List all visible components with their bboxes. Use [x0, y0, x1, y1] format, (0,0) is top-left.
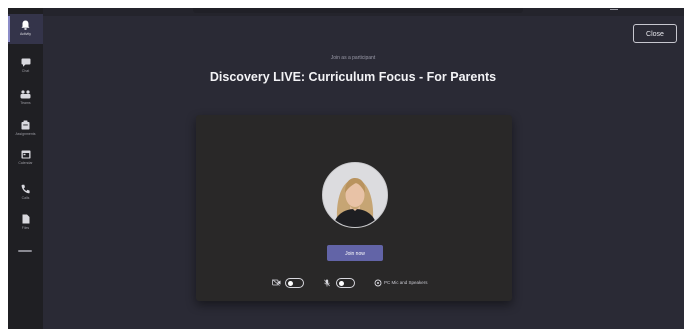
rail-item-teams[interactable]: Teams	[8, 84, 43, 114]
file-icon	[22, 214, 29, 224]
video-preview: Join now PC Mic and Speakers	[196, 115, 512, 301]
rail-label: Files	[21, 226, 30, 230]
camera-toggle[interactable]	[285, 278, 304, 288]
teams-window: Activity Chat Teams Assignments Calendar…	[8, 8, 684, 329]
avatar	[322, 162, 388, 228]
rail-item-calendar[interactable]: Calendar	[8, 144, 43, 174]
rail-label: Calendar	[18, 161, 33, 165]
assignments-icon	[21, 120, 30, 130]
rail-label: Teams	[20, 101, 31, 105]
chat-icon	[21, 58, 30, 67]
app-rail: Activity Chat Teams Assignments Calendar…	[8, 8, 43, 329]
rail-label: Activity	[19, 32, 32, 36]
rail-label: Assignments	[15, 132, 36, 136]
bell-icon	[21, 20, 30, 30]
rail-item-files[interactable]: Files	[8, 208, 43, 238]
mic-off-icon	[324, 279, 330, 287]
rail-item-assignments[interactable]: Assignments	[8, 114, 43, 144]
ellipsis-icon[interactable]	[18, 250, 32, 252]
audio-device-label[interactable]: PC Mic and Speakers	[384, 279, 428, 287]
mic-toggle[interactable]	[336, 278, 355, 288]
device-controls: PC Mic and Speakers	[196, 275, 512, 291]
rail-label: Chat	[21, 69, 30, 73]
gear-icon[interactable]	[374, 279, 382, 287]
minimize-icon[interactable]	[610, 9, 618, 14]
rail-item-chat[interactable]: Chat	[8, 52, 43, 82]
join-subtitle: Join as a participant	[330, 55, 376, 61]
rail-item-activity[interactable]: Activity	[8, 14, 43, 44]
phone-icon	[21, 184, 30, 194]
close-button[interactable]: Close	[633, 24, 677, 43]
search-bar[interactable]	[193, 8, 523, 13]
calendar-icon	[21, 150, 30, 159]
title-bar	[43, 8, 684, 16]
teams-icon	[20, 90, 31, 99]
rail-label: Calls	[21, 196, 30, 200]
meeting-title: Discovery LIVE: Curriculum Focus - For P…	[209, 70, 497, 84]
join-now-button[interactable]: Join now	[327, 245, 383, 261]
camera-off-icon	[272, 279, 281, 286]
rail-item-calls[interactable]: Calls	[8, 178, 43, 208]
